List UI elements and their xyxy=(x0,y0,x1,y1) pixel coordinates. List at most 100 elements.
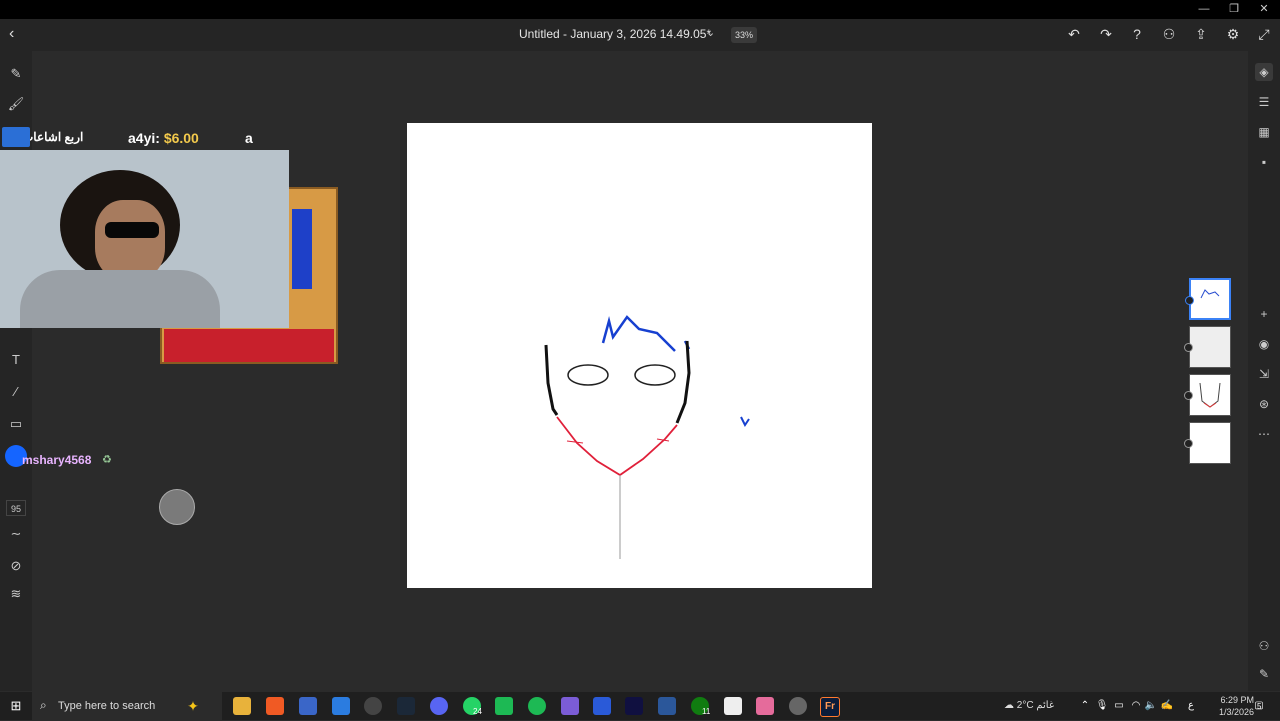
store-icon[interactable] xyxy=(299,697,317,715)
adjustments-icon[interactable]: ≋ xyxy=(7,585,25,603)
pixel-hair xyxy=(292,209,312,289)
back-arrow-icon[interactable]: ‹ xyxy=(9,25,23,43)
layer-thumbnail[interactable] xyxy=(1184,422,1231,464)
comments-icon[interactable]: ▪ xyxy=(1255,153,1273,171)
whatsapp-icon[interactable]: 24 xyxy=(463,697,482,716)
search-icon: ⌕ xyxy=(40,698,47,712)
minimize-button[interactable]: — xyxy=(1188,0,1220,19)
emote-icon: ♻ xyxy=(102,454,112,466)
right-toolbar: ◈ ☰ ▦ ▪ + ◉ ⇲ ⊛ ⋯ ⚇ ✎ xyxy=(1248,51,1280,691)
layers-icon[interactable]: ◈ xyxy=(1255,63,1273,81)
merge-layer-icon[interactable]: ⇲ xyxy=(1255,365,1273,383)
chevron-down-icon[interactable]: ⌄ xyxy=(706,26,715,39)
chatgpt-icon[interactable] xyxy=(789,697,807,715)
help-icon[interactable]: ? xyxy=(1128,25,1146,43)
layer-selected-indicator xyxy=(1185,296,1194,305)
start-icon[interactable]: ⊞ xyxy=(7,697,25,715)
eyedropper-icon[interactable]: ⁄ xyxy=(7,383,25,401)
steam-icon[interactable] xyxy=(397,697,415,715)
file-explorer-icon[interactable] xyxy=(233,697,251,715)
discord-icon[interactable] xyxy=(430,697,448,715)
layer-visibility-toggle[interactable] xyxy=(1184,391,1193,400)
copilot-sparkle-icon[interactable]: ✦ xyxy=(184,697,202,715)
terminal-icon[interactable] xyxy=(625,697,643,715)
donation-amount: $6.00 xyxy=(163,130,199,146)
ticker-message: اربع اشاعات xyxy=(22,130,84,144)
zoom-level[interactable]: 33% xyxy=(731,27,757,43)
notification-count: 5 xyxy=(1257,702,1262,711)
clock-time: 6:29 PM xyxy=(1220,695,1254,705)
brush-size-value[interactable]: 95 xyxy=(6,500,26,516)
xbox-badge: 11 xyxy=(702,707,711,716)
notification-icon[interactable]: ▢ 5 xyxy=(1250,697,1268,715)
layer-visibility-toggle[interactable] xyxy=(1184,439,1193,448)
obs-icon[interactable] xyxy=(364,697,382,715)
search-placeholder: Type here to search xyxy=(58,700,156,712)
community-icon[interactable]: ⚇ xyxy=(1255,637,1273,655)
brush-settings-icon[interactable]: ⊘ xyxy=(7,557,25,575)
microphone-icon[interactable]: 🎙 xyxy=(1093,697,1111,715)
fullscreen-icon[interactable]: ⤢ xyxy=(1255,25,1273,43)
system-clock[interactable]: 6:29 PM 1/3/2026 xyxy=(1219,694,1254,718)
more-options-icon[interactable]: ⋯ xyxy=(1255,425,1273,443)
spotify-icon[interactable] xyxy=(528,697,546,715)
donor-name: a4yi: xyxy=(128,130,160,146)
blend-mode-icon[interactable]: ⊛ xyxy=(1255,395,1273,413)
overlay-badge xyxy=(2,127,30,147)
app-icon[interactable] xyxy=(332,697,350,715)
fresco-icon[interactable]: Fr xyxy=(820,697,840,717)
pen-tool-icon[interactable]: ✎ xyxy=(7,65,25,83)
layer-thumbnail[interactable] xyxy=(1184,326,1231,368)
tray-chevron-icon[interactable]: ⌃ xyxy=(1076,697,1094,715)
weather-widget[interactable]: ☁ 2°C غائم xyxy=(1004,700,1054,711)
chat-username: mshary4568 xyxy=(22,453,92,467)
network-icon[interactable]: ▭ xyxy=(1110,697,1128,715)
pen-icon[interactable]: ✍ xyxy=(1158,697,1176,715)
share-icon[interactable]: ⇪ xyxy=(1192,25,1210,43)
donation-name: a4yi: $6.00 xyxy=(128,130,199,146)
windows-taskbar: ⊞ ⌕ Type here to search ✦ 24 11 Fr ☁ 2°C… xyxy=(0,692,1280,720)
app-toolbar: ‹ Untitled - January 3, 2026 14.49.05* ⌄… xyxy=(0,19,1280,51)
notepad-icon[interactable] xyxy=(724,697,742,715)
drawing-canvas[interactable] xyxy=(407,123,872,588)
app-icon[interactable] xyxy=(756,697,774,715)
language-indicator[interactable]: ع xyxy=(1182,697,1200,715)
app-icon[interactable] xyxy=(593,697,611,715)
text-tool-icon[interactable]: T xyxy=(7,351,25,369)
layer-visibility-toggle[interactable] xyxy=(1184,343,1193,352)
brush-cursor xyxy=(159,489,195,525)
layer-thumbnail[interactable] xyxy=(1184,374,1231,416)
brave-icon[interactable] xyxy=(266,697,284,715)
whatsapp-badge: 24 xyxy=(473,707,482,716)
brush-tool-icon[interactable]: 🖌 xyxy=(7,95,25,113)
layer-thumbnail[interactable] xyxy=(1185,278,1231,320)
ticker-next: a xyxy=(245,130,253,146)
settings-gear-icon[interactable]: ⚙ xyxy=(1224,25,1242,43)
document-title[interactable]: Untitled - January 3, 2026 14.49.05* xyxy=(519,27,711,41)
stroke-smoothing-icon[interactable]: ∼ xyxy=(7,525,25,543)
edit-icon[interactable]: ✎ xyxy=(1255,665,1273,683)
close-button[interactable]: ✕ xyxy=(1248,0,1280,19)
webcam-body xyxy=(20,270,220,328)
visibility-eye-icon[interactable]: ◉ xyxy=(1255,335,1273,353)
pixel-shirt xyxy=(164,329,334,362)
restore-button[interactable]: ❐ xyxy=(1218,0,1250,19)
invite-icon[interactable]: ⚇ xyxy=(1160,25,1178,43)
redo-icon[interactable]: ↷ xyxy=(1097,25,1115,43)
xbox-icon[interactable]: 11 xyxy=(691,697,710,716)
webcam-face xyxy=(95,200,165,280)
weather-text: 2°C غائم xyxy=(1016,700,1055,711)
image-icon[interactable]: ▭ xyxy=(7,415,25,433)
add-layer-icon[interactable]: + xyxy=(1255,305,1273,323)
layer-preview xyxy=(1199,382,1221,408)
gamepad-icon[interactable] xyxy=(561,697,579,715)
window-titlebar: — ❐ ✕ xyxy=(0,0,1280,19)
properties-icon[interactable]: ☰ xyxy=(1255,93,1273,111)
sketch-drawing xyxy=(544,315,750,559)
grid-icon[interactable]: ▦ xyxy=(1255,123,1273,141)
webcam-feed xyxy=(0,150,289,328)
app-icon[interactable] xyxy=(495,697,513,715)
word-icon[interactable] xyxy=(658,697,676,715)
undo-icon[interactable]: ↶ xyxy=(1065,25,1083,43)
left-toolbar: ✎ 🖌 T ⁄ ▭ ∼ ⊘ ≋ xyxy=(0,51,32,691)
